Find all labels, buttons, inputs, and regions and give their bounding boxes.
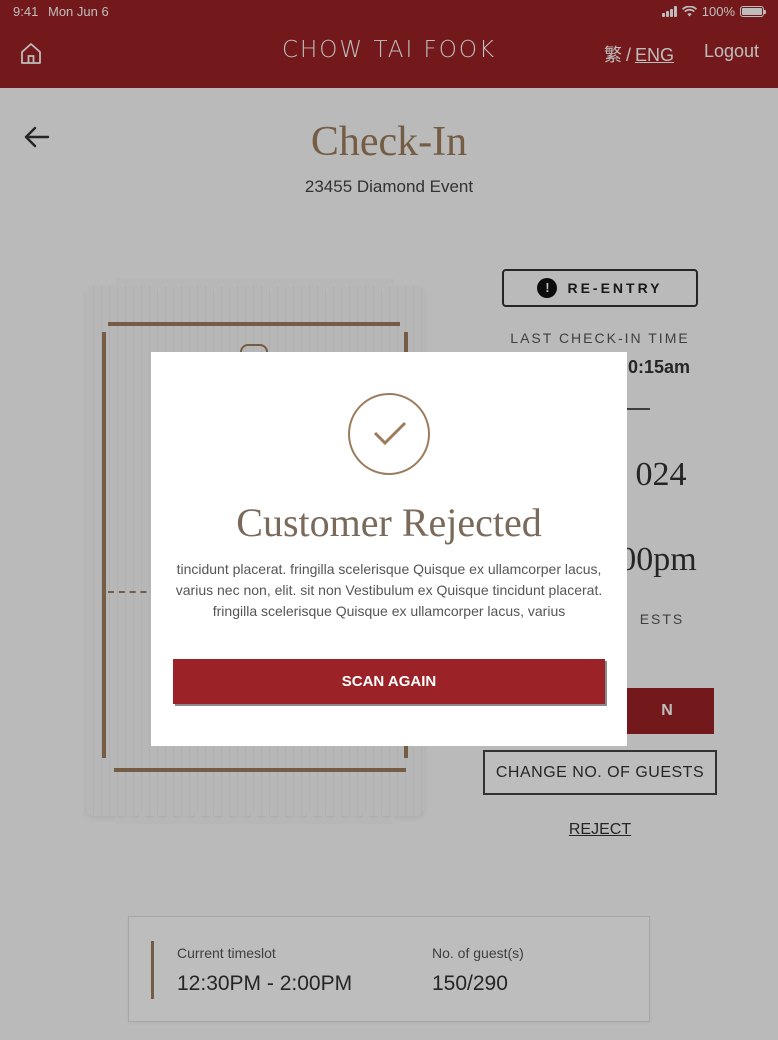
modal-backdrop-top: [0, 0, 778, 88]
dialog-title: Customer Rejected: [236, 500, 542, 545]
rejection-dialog: Customer Rejected tincidunt placerat. fr…: [151, 352, 627, 746]
dialog-message: tincidunt placerat. fringilla scelerisqu…: [175, 561, 603, 619]
checkmark-icon: [348, 393, 430, 475]
scan-again-button[interactable]: SCAN AGAIN: [173, 659, 605, 704]
